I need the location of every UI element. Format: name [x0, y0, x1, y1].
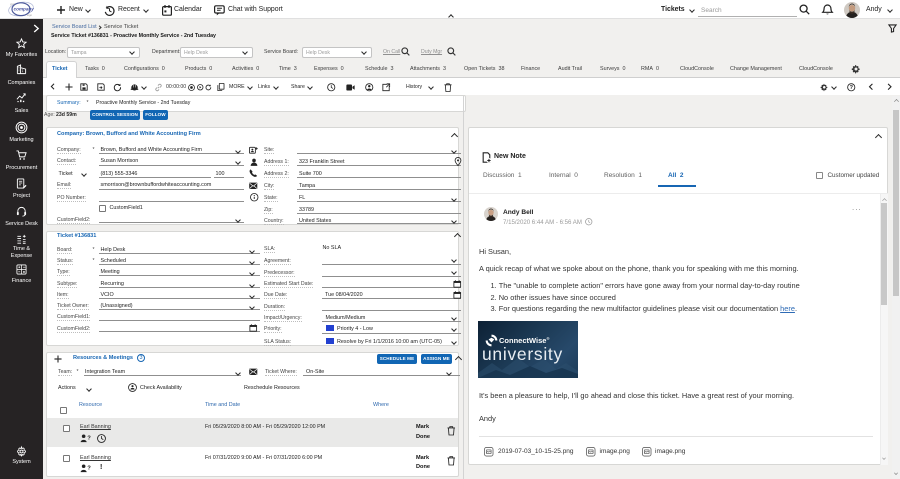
svg-text:?: ? [87, 465, 91, 471]
svg-text:your: your [10, 2, 15, 6]
svg-text:?: ? [87, 435, 91, 441]
svg-text:logo: logo [27, 13, 32, 17]
svg-text:company: company [14, 7, 35, 12]
